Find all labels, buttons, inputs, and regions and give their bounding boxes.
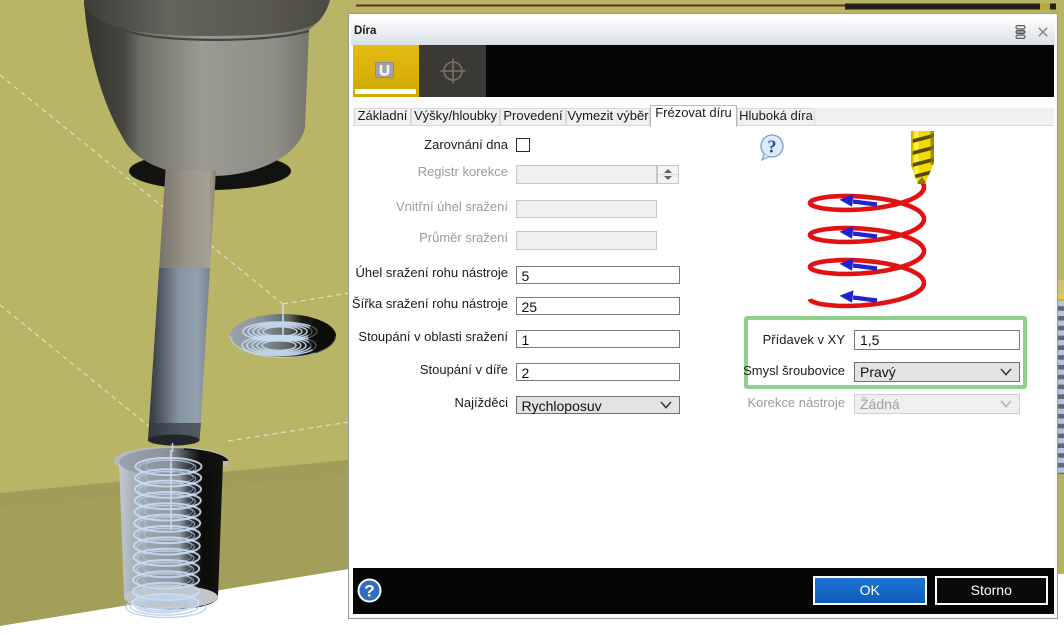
svg-text:?: ?: [364, 582, 374, 601]
